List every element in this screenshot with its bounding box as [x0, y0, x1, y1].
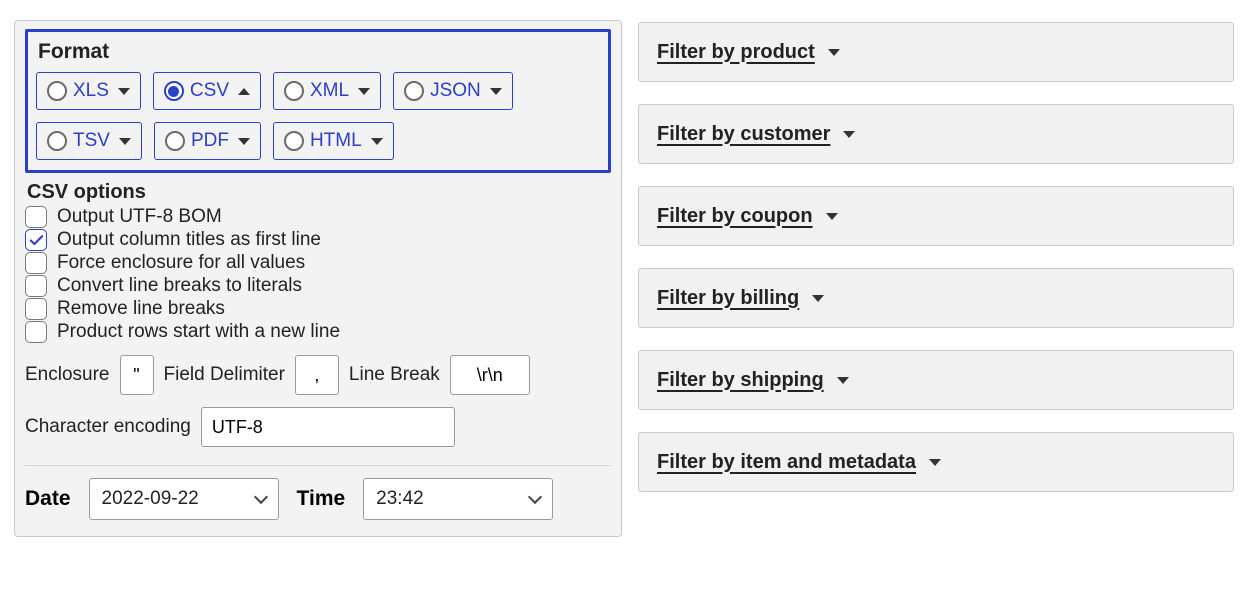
- chevron-down-icon: [371, 138, 383, 145]
- format-option-csv[interactable]: CSV: [153, 72, 261, 110]
- checkbox-label: Convert line breaks to literals: [57, 275, 302, 297]
- format-option-xml[interactable]: XML: [273, 72, 381, 110]
- radio-icon: [284, 131, 304, 151]
- checkbox-row: Output UTF-8 BOM: [25, 206, 611, 228]
- chevron-down-icon: [358, 88, 370, 95]
- checkbox-utf8-bom[interactable]: [25, 206, 47, 228]
- chevron-up-icon: [238, 88, 250, 95]
- divider: [25, 465, 611, 466]
- checkbox-label: Force enclosure for all values: [57, 252, 305, 274]
- radio-icon: [164, 81, 184, 101]
- checkbox-product-rows-newline[interactable]: [25, 321, 47, 343]
- date-value: 2022-09-22: [102, 488, 199, 510]
- filter-label: Filter by coupon: [657, 205, 813, 228]
- filter-by-product[interactable]: Filter by product: [638, 22, 1234, 82]
- radio-icon: [165, 131, 185, 151]
- csv-options-title: CSV options: [27, 181, 611, 204]
- encoding-input[interactable]: [201, 407, 455, 447]
- chevron-down-icon: [826, 213, 838, 220]
- filter-by-item-metadata[interactable]: Filter by item and metadata: [638, 432, 1234, 492]
- checkbox-column-titles[interactable]: [25, 229, 47, 251]
- chevron-down-icon: [929, 459, 941, 466]
- filter-label: Filter by shipping: [657, 369, 824, 392]
- checkbox-row: Output column titles as first line: [25, 229, 611, 251]
- time-label: Time: [297, 487, 346, 511]
- filter-label: Filter by billing: [657, 287, 799, 310]
- chevron-down-icon: [490, 88, 502, 95]
- format-option-pdf[interactable]: PDF: [154, 122, 261, 160]
- enclosure-input[interactable]: [120, 355, 154, 395]
- radio-icon: [47, 131, 67, 151]
- format-option-json[interactable]: JSON: [393, 72, 513, 110]
- linebreak-input[interactable]: [450, 355, 530, 395]
- filter-label: Filter by item and metadata: [657, 451, 916, 474]
- radio-icon: [404, 81, 424, 101]
- format-option-label: XML: [310, 80, 349, 102]
- delimiter-label: Field Delimiter: [164, 364, 285, 386]
- chevron-down-icon: [843, 131, 855, 138]
- check-icon: [28, 232, 45, 249]
- format-group: Format XLS CSV XML: [25, 29, 611, 173]
- filter-by-customer[interactable]: Filter by customer: [638, 104, 1234, 164]
- export-settings-panel: Format XLS CSV XML: [14, 20, 622, 537]
- chevron-down-icon: [253, 490, 267, 504]
- chevron-down-icon: [837, 377, 849, 384]
- format-option-label: JSON: [430, 80, 481, 102]
- format-option-tsv[interactable]: TSV: [36, 122, 142, 160]
- checkbox-row: Force enclosure for all values: [25, 252, 611, 274]
- checkbox-remove-linebreaks[interactable]: [25, 298, 47, 320]
- filter-by-billing[interactable]: Filter by billing: [638, 268, 1234, 328]
- format-option-label: TSV: [73, 130, 110, 152]
- chevron-down-icon: [119, 138, 131, 145]
- time-value: 23:42: [376, 488, 424, 510]
- chevron-down-icon: [528, 490, 542, 504]
- checkbox-row: Convert line breaks to literals: [25, 275, 611, 297]
- radio-icon: [47, 81, 67, 101]
- format-title: Format: [38, 40, 600, 64]
- filter-label: Filter by customer: [657, 123, 830, 146]
- checkbox-label: Remove line breaks: [57, 298, 225, 320]
- date-label: Date: [25, 487, 71, 511]
- format-option-xls[interactable]: XLS: [36, 72, 141, 110]
- checkbox-label: Product rows start with a new line: [57, 321, 340, 343]
- format-option-html[interactable]: HTML: [273, 122, 394, 160]
- encoding-label: Character encoding: [25, 416, 191, 438]
- format-option-label: PDF: [191, 130, 229, 152]
- filters-column: Filter by product Filter by customer Fil…: [638, 20, 1234, 537]
- filter-by-coupon[interactable]: Filter by coupon: [638, 186, 1234, 246]
- date-select[interactable]: 2022-09-22: [89, 478, 279, 520]
- checkbox-convert-linebreaks[interactable]: [25, 275, 47, 297]
- checkbox-label: Output column titles as first line: [57, 229, 321, 251]
- enclosure-label: Enclosure: [25, 364, 110, 386]
- chevron-down-icon: [812, 295, 824, 302]
- format-option-label: XLS: [73, 80, 109, 102]
- checkbox-row: Remove line breaks: [25, 298, 611, 320]
- chevron-down-icon: [118, 88, 130, 95]
- checkbox-force-enclosure[interactable]: [25, 252, 47, 274]
- format-option-label: HTML: [310, 130, 362, 152]
- checkbox-row: Product rows start with a new line: [25, 321, 611, 343]
- filter-label: Filter by product: [657, 41, 815, 64]
- radio-icon: [284, 81, 304, 101]
- time-select[interactable]: 23:42: [363, 478, 553, 520]
- delimiter-input[interactable]: [295, 355, 339, 395]
- linebreak-label: Line Break: [349, 364, 440, 386]
- filter-by-shipping[interactable]: Filter by shipping: [638, 350, 1234, 410]
- checkbox-label: Output UTF-8 BOM: [57, 206, 222, 228]
- chevron-down-icon: [828, 49, 840, 56]
- format-option-label: CSV: [190, 80, 229, 102]
- chevron-down-icon: [238, 138, 250, 145]
